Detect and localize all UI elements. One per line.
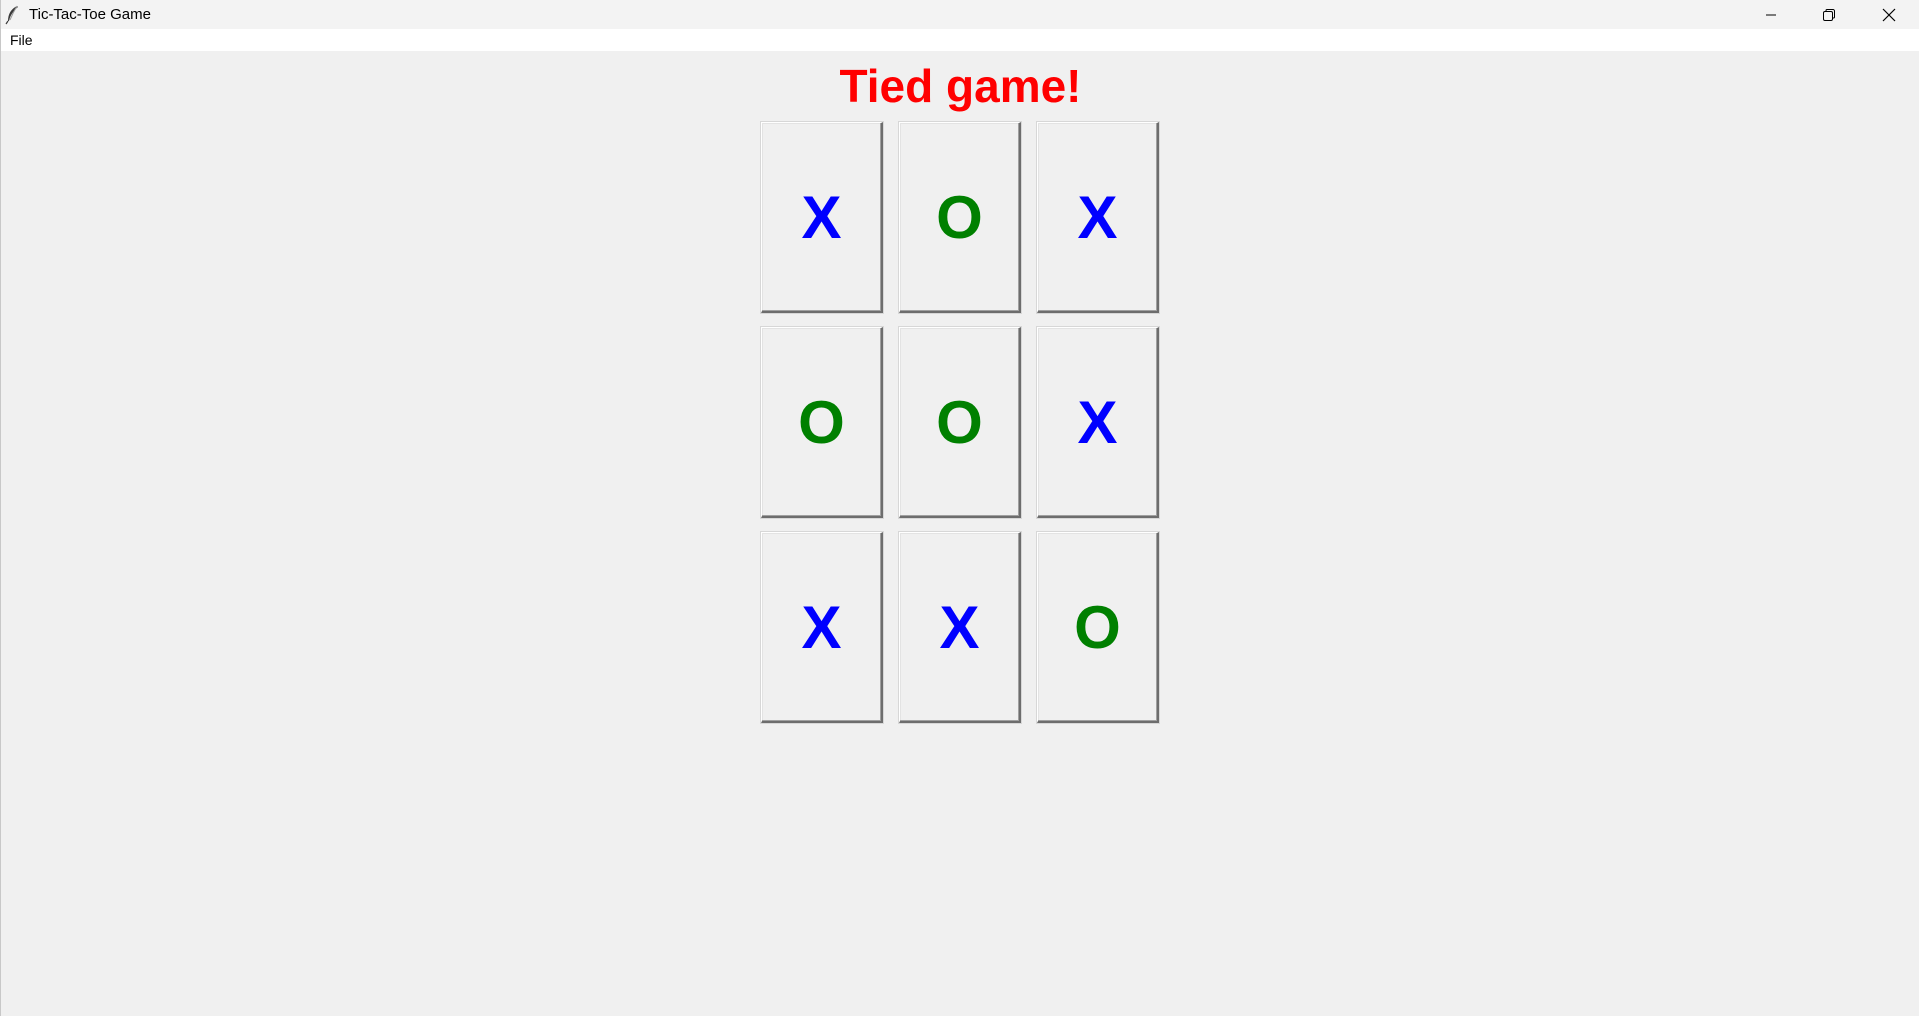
minimize-button[interactable]: [1742, 0, 1800, 29]
menu-bar: File: [1, 29, 1919, 51]
restore-icon: [1822, 8, 1836, 22]
board-cell[interactable]: X: [1037, 327, 1159, 518]
app-window: Tic-Tac-Toe Game File Tied game! X O X O…: [0, 0, 1919, 1016]
board-cell[interactable]: O: [899, 122, 1021, 313]
board-cell[interactable]: O: [899, 327, 1021, 518]
title-bar[interactable]: Tic-Tac-Toe Game: [1, 0, 1919, 29]
board-cell[interactable]: X: [761, 122, 883, 313]
game-status: Tied game!: [839, 60, 1082, 112]
feather-icon: [5, 5, 21, 25]
menu-file[interactable]: File: [10, 32, 33, 48]
board-cell[interactable]: O: [1037, 532, 1159, 723]
close-icon: [1882, 8, 1896, 22]
window-title: Tic-Tac-Toe Game: [29, 6, 151, 23]
minimize-icon: [1765, 9, 1777, 21]
board-cell[interactable]: O: [761, 327, 883, 518]
close-button[interactable]: [1858, 0, 1919, 29]
restore-button[interactable]: [1800, 0, 1858, 29]
board-cell[interactable]: X: [899, 532, 1021, 723]
game-board: X O X O O X X X O: [761, 122, 1161, 725]
board-cell[interactable]: X: [761, 532, 883, 723]
board-cell[interactable]: X: [1037, 122, 1159, 313]
